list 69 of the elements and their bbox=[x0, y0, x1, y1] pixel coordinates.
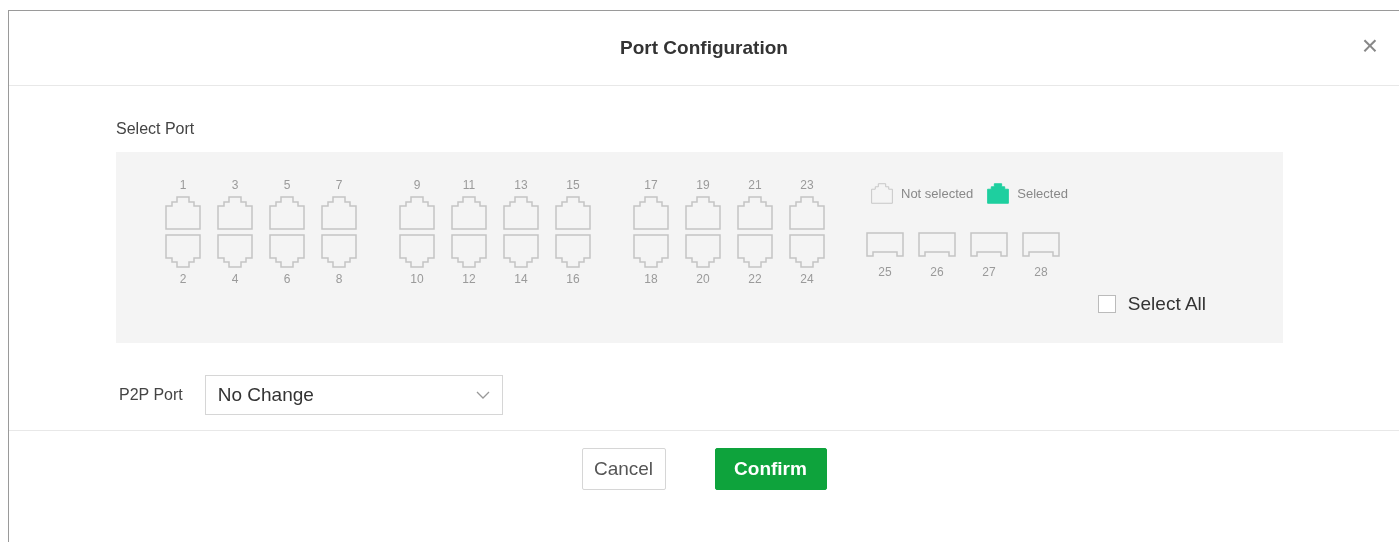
port-number: 21 bbox=[748, 178, 762, 192]
section-label: Select Port bbox=[116, 120, 195, 138]
ethernet-port-icon[interactable] bbox=[399, 234, 435, 268]
port-number: 9 bbox=[413, 178, 421, 192]
port-number: 1 bbox=[179, 178, 187, 192]
selected-port-icon bbox=[987, 182, 1010, 204]
legend-label: Selected bbox=[1017, 185, 1068, 201]
ethernet-port-icon[interactable] bbox=[789, 234, 825, 268]
ethernet-port-icon[interactable] bbox=[555, 196, 591, 230]
port-number: 28 bbox=[1034, 265, 1048, 279]
sfp-port-icon[interactable] bbox=[866, 231, 904, 257]
sfp-port-icon[interactable] bbox=[1022, 231, 1060, 257]
unselected-port-icon bbox=[871, 182, 893, 204]
port-number: 16 bbox=[566, 272, 580, 286]
ethernet-port-icon[interactable] bbox=[321, 234, 357, 268]
port-number: 6 bbox=[283, 272, 291, 286]
ethernet-port-icon[interactable] bbox=[685, 234, 721, 268]
ethernet-port-icon[interactable] bbox=[451, 234, 487, 268]
port-number: 11 bbox=[462, 178, 476, 192]
dropdown[interactable]: No Change bbox=[204, 375, 503, 415]
port-number: 24 bbox=[800, 272, 814, 286]
port-number: 19 bbox=[696, 178, 710, 192]
sfp-port-icon[interactable] bbox=[970, 231, 1008, 257]
chevron-down-icon bbox=[475, 391, 490, 399]
close-button[interactable]: × bbox=[1357, 31, 1382, 61]
ethernet-port-icon[interactable] bbox=[737, 196, 773, 230]
ethernet-port-icon[interactable] bbox=[399, 196, 435, 230]
port-number: 25 bbox=[878, 265, 892, 279]
sfp-port-icon[interactable] bbox=[918, 231, 956, 257]
dialog-title: Port Configuration bbox=[620, 37, 788, 59]
port-number: 18 bbox=[644, 272, 658, 286]
port-number: 22 bbox=[748, 272, 762, 286]
ethernet-port-icon[interactable] bbox=[633, 234, 669, 268]
port-number: 20 bbox=[696, 272, 710, 286]
port-number: 13 bbox=[514, 178, 528, 192]
port-number: 23 bbox=[800, 178, 814, 192]
ethernet-port-icon[interactable] bbox=[165, 196, 201, 230]
port-number: 2 bbox=[179, 272, 187, 286]
ethernet-port-icon[interactable] bbox=[633, 196, 669, 230]
port-number: 8 bbox=[335, 272, 343, 286]
field-label: P2P Port bbox=[119, 386, 183, 404]
ethernet-port-icon[interactable] bbox=[269, 196, 305, 230]
ethernet-port-icon[interactable] bbox=[165, 234, 201, 268]
ethernet-port-icon[interactable] bbox=[503, 234, 539, 268]
port-number: 27 bbox=[982, 265, 996, 279]
ethernet-port-icon[interactable] bbox=[737, 234, 773, 268]
cancel-button[interactable]: Cancel bbox=[581, 448, 666, 490]
port-number: 17 bbox=[644, 178, 658, 192]
port-number: 10 bbox=[410, 272, 424, 286]
legend-label: Not selected bbox=[901, 185, 974, 201]
ethernet-port-icon[interactable] bbox=[685, 196, 721, 230]
port-number: 7 bbox=[335, 178, 343, 192]
port-number: 4 bbox=[231, 272, 239, 286]
port-number: 14 bbox=[514, 272, 528, 286]
ethernet-port-icon[interactable] bbox=[555, 234, 591, 268]
ethernet-port-icon[interactable] bbox=[789, 196, 825, 230]
port-number: 5 bbox=[283, 178, 291, 192]
port-number: 15 bbox=[566, 178, 580, 192]
port-number: 12 bbox=[462, 272, 476, 286]
checkbox[interactable] bbox=[1097, 295, 1116, 313]
port-number: 3 bbox=[231, 178, 239, 192]
ethernet-port-icon[interactable] bbox=[217, 234, 253, 268]
ethernet-port-icon[interactable] bbox=[451, 196, 487, 230]
checkbox-label[interactable]: Select All bbox=[1127, 293, 1206, 315]
ethernet-port-icon[interactable] bbox=[217, 196, 253, 230]
ethernet-port-icon[interactable] bbox=[321, 196, 357, 230]
ethernet-port-icon[interactable] bbox=[269, 234, 305, 268]
port-number: 26 bbox=[930, 265, 944, 279]
ethernet-port-icon[interactable] bbox=[503, 196, 539, 230]
